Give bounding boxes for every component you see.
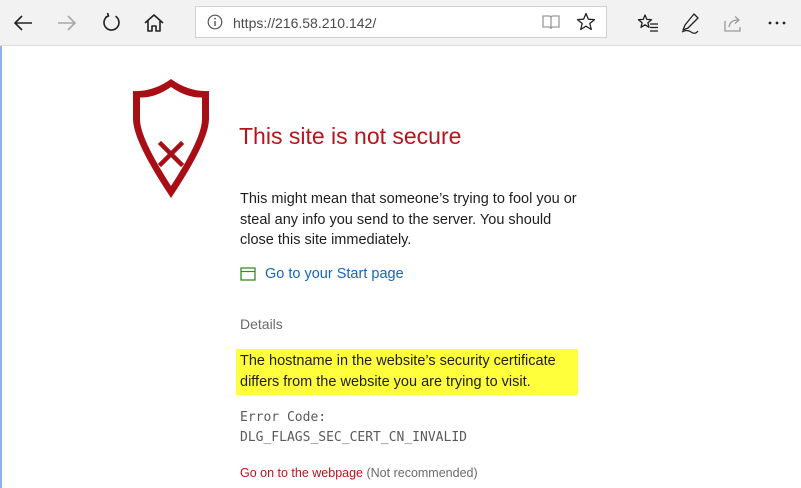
window-edge — [0, 46, 2, 488]
refresh-icon[interactable] — [94, 6, 128, 40]
more-icon[interactable] — [760, 6, 794, 40]
home-icon[interactable] — [137, 6, 171, 40]
star-icon[interactable] — [576, 12, 596, 37]
not-recommended-note: (Not recommended) — [363, 466, 478, 480]
page-title: This site is not secure — [239, 123, 462, 149]
address-bar[interactable]: https://216.58.210.142/ — [195, 6, 607, 38]
favorites-hub-icon[interactable] — [631, 6, 665, 40]
warning-description: This might mean that someone’s trying to… — [240, 191, 577, 248]
share-icon[interactable] — [716, 6, 750, 40]
error-code: Error Code: DLG_FLAGS_SEC_CERT_CN_INVALI… — [240, 410, 467, 445]
info-icon[interactable] — [207, 14, 223, 35]
address-url[interactable]: https://216.58.210.142/ — [233, 14, 376, 32]
back-arrow-icon[interactable] — [6, 6, 40, 40]
start-page-link-label[interactable]: Go to your Start page — [265, 266, 404, 282]
pen-icon[interactable] — [673, 6, 707, 40]
details-heading[interactable]: Details — [240, 316, 283, 332]
details-message: The hostname in the website’s security c… — [236, 349, 578, 395]
go-on-to-webpage-link[interactable]: Go on to the webpage — [240, 466, 363, 480]
browser-toolbar: https://216.58.210.142/ — [0, 0, 801, 46]
forward-arrow-icon[interactable] — [50, 6, 84, 40]
start-page-icon — [240, 266, 256, 282]
shield-error-icon — [131, 78, 211, 205]
go-to-start-page-link[interactable]: Go to your Start page — [240, 266, 404, 282]
go-on-row: Go on to the webpage (Not recommended) — [240, 466, 478, 480]
reading-view-icon[interactable] — [541, 13, 561, 36]
